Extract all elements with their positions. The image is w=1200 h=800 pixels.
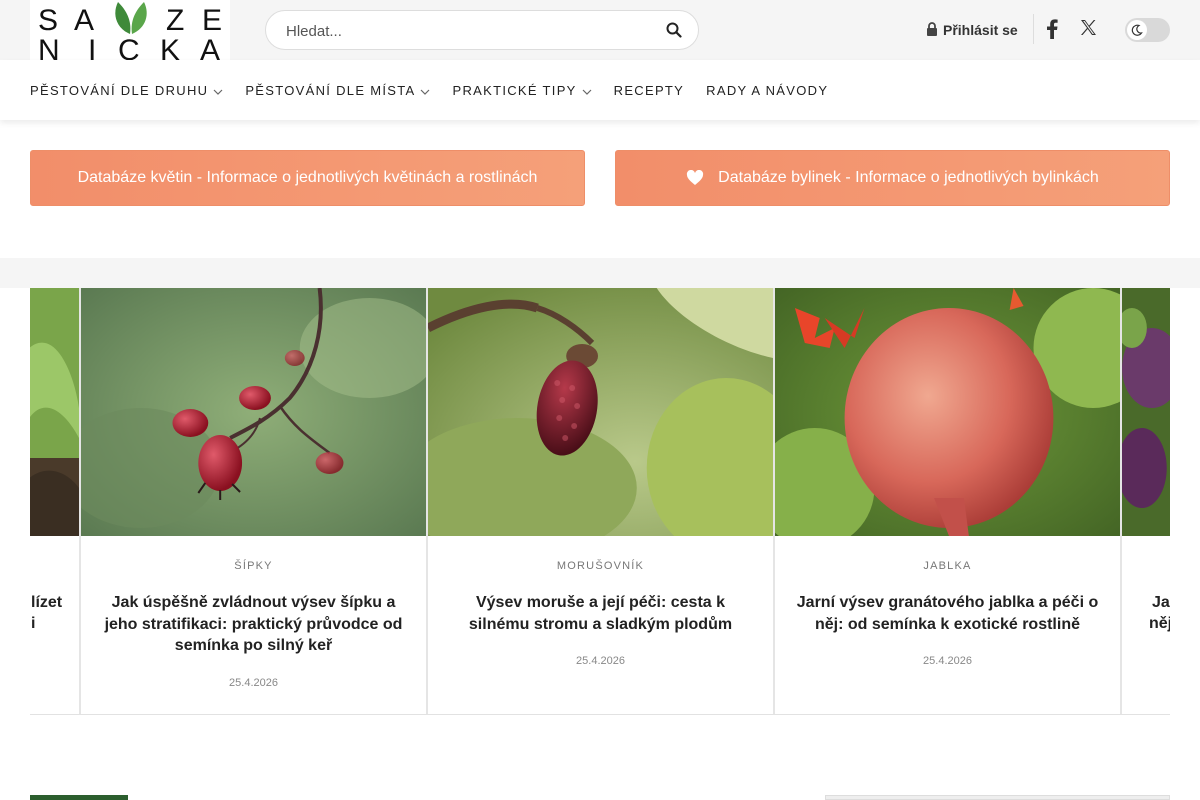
search-box — [265, 10, 699, 50]
moon-icon — [1127, 20, 1147, 40]
carousel-card-partial-left[interactable]: lízet i — [30, 288, 80, 714]
herbs-database-button[interactable]: Databáze bylinek - Informace o jednotliv… — [615, 150, 1170, 206]
article-image — [81, 288, 426, 536]
login-label: Přihlásit se — [943, 22, 1018, 38]
article-category[interactable]: MORUŠOVNÍK — [428, 560, 773, 572]
nav-item-label: RECEPTY — [613, 82, 685, 98]
article-date: 25.4.2026 — [576, 655, 625, 667]
chevron-down-icon — [582, 83, 592, 98]
nav-item-label: PRAKTICKÉ TIPY — [452, 82, 577, 98]
facebook-icon[interactable] — [1046, 19, 1058, 44]
svg-text:K: K — [160, 34, 180, 60]
section-heading-bar — [30, 795, 128, 800]
nav-item-label: RADY A NÁVODY — [706, 82, 829, 98]
herbs-database-label: Databáze bylinek - Informace o jednotliv… — [718, 169, 1099, 186]
svg-text:Z: Z — [166, 4, 184, 37]
login-link[interactable]: Přihlásit se — [926, 20, 1018, 40]
article-title[interactable]: Jarní výsev granátového jablka a péči o … — [795, 592, 1100, 635]
article-title[interactable]: Výsev moruše a její péči: cesta k silném… — [448, 592, 753, 635]
dark-mode-toggle[interactable] — [1125, 18, 1170, 42]
search-input[interactable] — [286, 20, 656, 42]
article-date: 25.4.2026 — [229, 677, 278, 689]
nav-item-pestovani-dle-druhu[interactable]: PĚSTOVÁNÍ DLE DRUHU — [30, 83, 223, 98]
section-band — [0, 258, 1200, 288]
main-navigation: PĚSTOVÁNÍ DLE DRUHU PĚSTOVÁNÍ DLE MÍSTA … — [0, 60, 1200, 120]
article-carousel: lízet i ŠÍPKY Jak úspěšně zvládnout výse… — [30, 288, 1170, 715]
sidebar-widget — [825, 795, 1170, 800]
nav-item-pestovani-dle-mista[interactable]: PĚSTOVÁNÍ DLE MÍSTA — [245, 83, 430, 98]
svg-text:S: S — [38, 4, 58, 37]
svg-text:I: I — [88, 34, 96, 60]
chevron-down-icon — [420, 83, 430, 98]
carousel-card[interactable]: ŠÍPKY Jak úspěšně zvládnout výsev šípku … — [80, 288, 427, 714]
article-category[interactable]: JABLKA — [775, 560, 1120, 572]
svg-text:A: A — [74, 4, 94, 37]
svg-text:E: E — [202, 4, 222, 37]
article-image — [1122, 288, 1170, 536]
chevron-down-icon — [213, 83, 223, 98]
flowers-database-label: Databáze květin - Informace o jednotlivý… — [77, 169, 538, 186]
article-image — [775, 288, 1120, 536]
header-divider — [1033, 14, 1034, 44]
site-logo[interactable]: S A Z E N I C K A — [30, 0, 230, 60]
heart-icon — [686, 170, 704, 186]
article-category[interactable]: ŠÍPKY — [81, 560, 426, 572]
svg-text:A: A — [200, 34, 220, 60]
article-date: 25.4.2026 — [923, 655, 972, 667]
carousel-card-partial-right[interactable]: Ja něj — [1121, 288, 1170, 714]
article-image — [428, 288, 773, 536]
search-icon[interactable] — [666, 22, 682, 43]
article-image — [30, 288, 79, 536]
top-bar: S A Z E N I C K A Přihlásit se — [0, 0, 1200, 60]
nav-item-label: PĚSTOVÁNÍ DLE DRUHU — [30, 82, 209, 98]
x-twitter-icon[interactable] — [1080, 19, 1097, 41]
carousel-card[interactable]: MORUŠOVNÍK Výsev moruše a její péči: ces… — [427, 288, 774, 714]
flowers-database-button[interactable]: Databáze květin - Informace o jednotlivý… — [30, 150, 585, 206]
nav-item-recepty[interactable]: RECEPTY — [614, 83, 685, 98]
article-title[interactable]: Jak úspěšně zvládnout výsev šípku a jeho… — [101, 592, 406, 657]
nav-item-prakticke-tipy[interactable]: PRAKTICKÉ TIPY — [452, 82, 592, 98]
svg-text:N: N — [38, 34, 60, 60]
carousel-card[interactable]: JABLKA Jarní výsev granátového jablka a … — [774, 288, 1121, 714]
lock-icon — [926, 21, 938, 39]
nav-item-label: PĚSTOVÁNÍ DLE MÍSTA — [245, 82, 416, 98]
svg-text:C: C — [118, 34, 140, 60]
nav-item-rady-a-navody[interactable]: RADY A NÁVODY — [706, 83, 828, 98]
